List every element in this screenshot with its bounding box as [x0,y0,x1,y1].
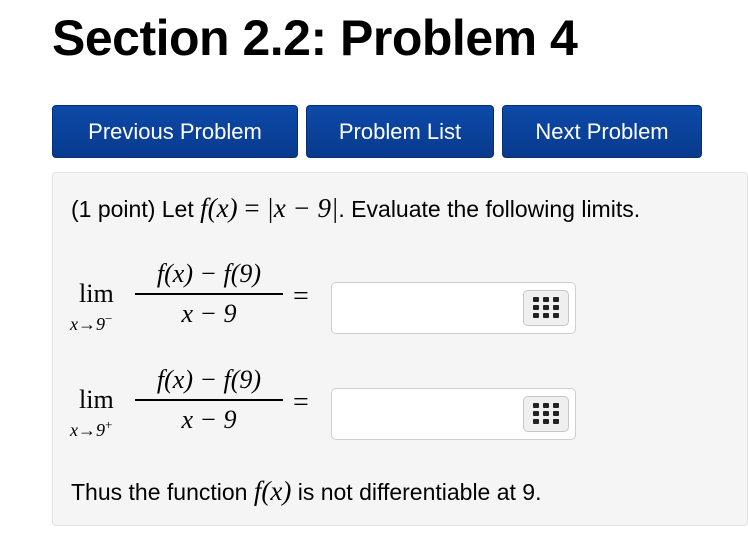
previous-problem-button[interactable]: Previous Problem [52,105,298,158]
problem-list-button[interactable]: Problem List [306,105,494,158]
math-keyboard-button[interactable] [523,290,569,326]
math-keyboard-icon [533,403,559,424]
fraction-bar [135,293,283,295]
lim-subscript: x→9+ [70,417,113,440]
lim-label: lim [79,385,114,414]
outro-prefix: Thus the function [71,479,254,505]
math-keyboard-button[interactable] [523,396,569,432]
page-title: Section 2.2: Problem 4 [52,10,578,66]
denominator: x − 9 [181,299,237,328]
intro-prefix: (1 point) Let [71,196,201,222]
denominator: x − 9 [181,405,237,434]
answer-input-right-limit[interactable] [332,389,507,439]
difference-quotient: f(x) − f(9) x − 9 [135,363,283,437]
problem-panel: (1 point) Let f(x) = |x − 9|. Evaluate t… [52,172,748,526]
equals-sign: = [293,387,309,418]
problem-navigation: Previous Problem Problem List Next Probl… [52,105,702,158]
fraction-bar [135,399,283,401]
function-name: f(x) [200,193,238,223]
left-limit-row: lim x→9− f(x) − f(9) x − 9 = [53,257,747,347]
difference-quotient: f(x) − f(9) x − 9 [135,257,283,331]
intro-suffix: . Evaluate the following limits. [338,196,641,222]
answer-input-left-limit[interactable] [332,283,507,333]
equals-sign: = [293,281,309,312]
answer-box-right-limit [331,388,576,440]
numerator: f(x) − f(9) [156,259,262,288]
equals-sign: = [237,193,267,223]
conclusion-text: Thus the function f(x) is not differenti… [71,471,542,512]
problem-statement: (1 point) Let f(x) = |x − 9|. Evaluate t… [71,188,640,229]
function-name: f(x) [253,476,292,506]
math-keyboard-icon [533,297,559,318]
function-definition: |x − 9| [266,193,339,223]
answer-box-left-limit [331,282,576,334]
outro-suffix: is not differentiable at 9. [291,479,542,505]
lim-subscript: x→9− [70,311,113,334]
lim-label: lim [79,279,114,308]
right-limit-row: lim x→9+ f(x) − f(9) x − 9 = [53,363,747,453]
next-problem-button[interactable]: Next Problem [502,105,702,158]
numerator: f(x) − f(9) [156,365,262,394]
